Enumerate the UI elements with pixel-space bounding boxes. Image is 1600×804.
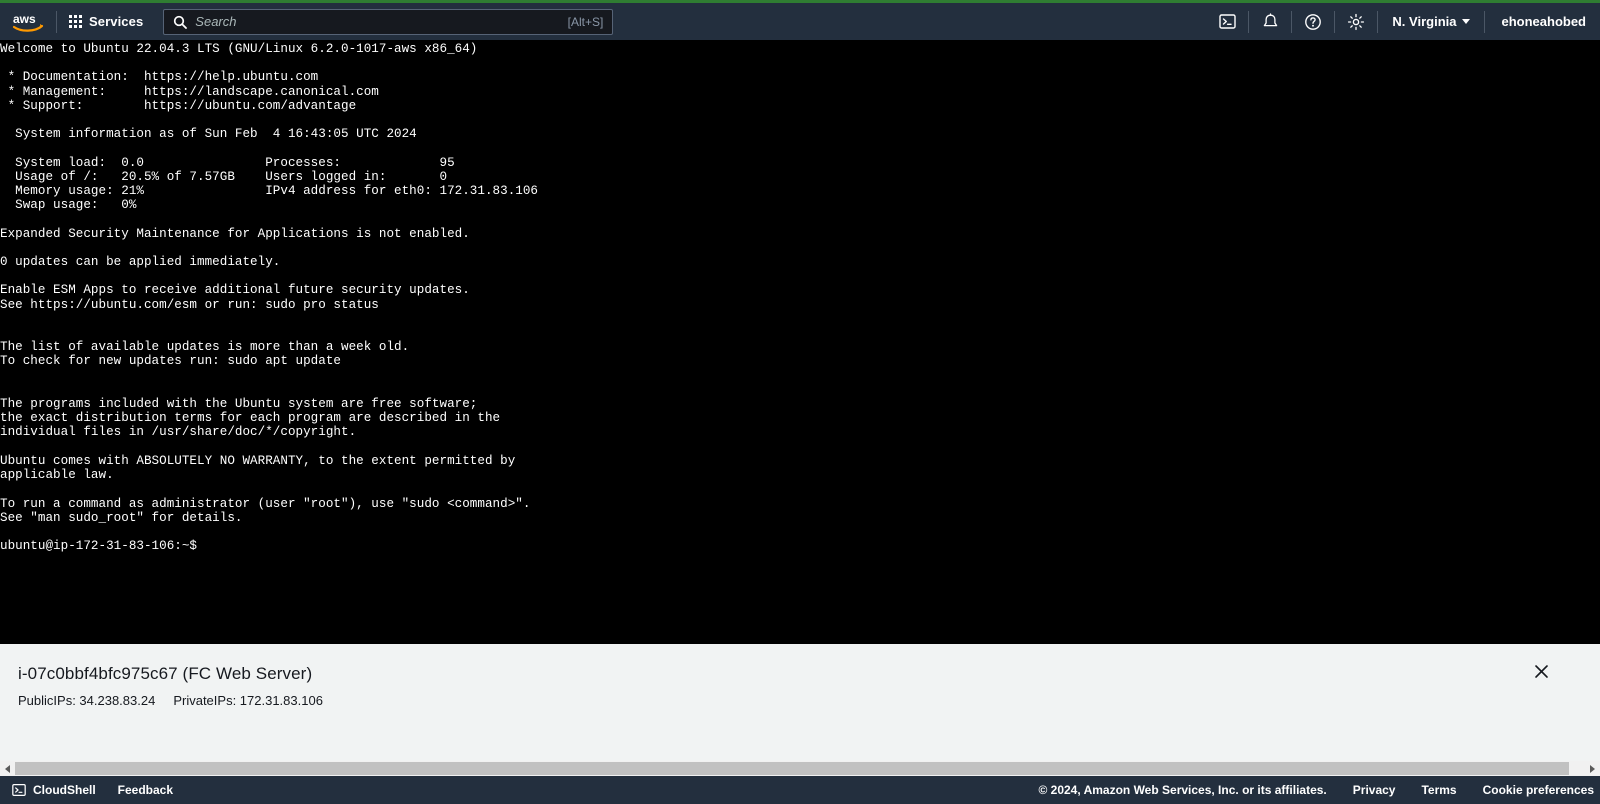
scrollbar-track[interactable] (15, 761, 1585, 776)
footer-cloudshell-label: CloudShell (33, 783, 96, 797)
svg-text:aws: aws (13, 12, 36, 26)
footer-cloudshell-button[interactable]: CloudShell (12, 783, 96, 797)
question-circle-icon (1305, 13, 1322, 30)
header-right-cluster: N. Virginia ehoneahobed (1206, 3, 1600, 40)
scroll-right-button[interactable] (1585, 761, 1600, 776)
search-shortcut-hint: [Alt+S] (567, 14, 604, 29)
scroll-area (0, 752, 1600, 776)
aws-global-header: aws Services [Alt+S] (0, 3, 1600, 40)
aws-console-page: aws Services [Alt+S] (0, 0, 1600, 804)
scroll-left-button[interactable] (0, 761, 15, 776)
chevron-left-icon (5, 764, 10, 773)
settings-button[interactable] (1335, 3, 1377, 40)
bell-icon (1263, 12, 1278, 26)
search-input[interactable] (195, 14, 562, 29)
ec2-instance-connect-terminal[interactable]: Welcome to Ubuntu 22.04.3 LTS (GNU/Linux… (0, 40, 1600, 644)
notifications-button[interactable] (1249, 3, 1291, 40)
grid-icon (69, 15, 82, 28)
footer-right-cluster: © 2024, Amazon Web Services, Inc. or its… (1038, 776, 1600, 804)
footer-privacy-link[interactable]: Privacy (1353, 783, 1396, 797)
footer-left-cluster: CloudShell Feedback (0, 783, 173, 797)
region-selector[interactable]: N. Virginia (1378, 3, 1484, 40)
footer-feedback-link[interactable]: Feedback (118, 783, 173, 797)
terminal-prompt: ubuntu@ip-172-31-83-106:~$ (0, 539, 198, 554)
footer-copyright: © 2024, Amazon Web Services, Inc. or its… (1038, 783, 1327, 797)
terminal-output: Welcome to Ubuntu 22.04.3 LTS (GNU/Linux… (0, 40, 1600, 553)
instance-info-panel: i-07c0bbf4bfc975c67 (FC Web Server) Publ… (0, 644, 1600, 752)
account-label: ehoneahobed (1501, 14, 1586, 29)
cloudshell-icon-button[interactable] (1206, 3, 1248, 40)
account-menu[interactable]: ehoneahobed (1485, 3, 1600, 40)
private-ips: PrivateIPs: 172.31.83.106 (173, 693, 323, 708)
services-label: Services (89, 14, 144, 29)
close-icon (1534, 664, 1548, 678)
cloudshell-icon (12, 784, 26, 796)
gear-icon (1348, 13, 1365, 30)
services-menu-button[interactable]: Services (57, 3, 155, 40)
search-icon (173, 15, 188, 29)
close-panel-button[interactable] (1530, 660, 1552, 682)
footer-cookie-link[interactable]: Cookie preferences (1483, 783, 1594, 797)
scrollbar-thumb[interactable] (15, 762, 1570, 775)
terminal-lines: Welcome to Ubuntu 22.04.3 LTS (GNU/Linux… (0, 42, 539, 525)
public-ips: PublicIPs: 34.238.83.24 (18, 693, 156, 708)
horizontal-scrollbar[interactable] (0, 761, 1600, 776)
cloudshell-icon (1219, 14, 1236, 29)
instance-ip-row: PublicIPs: 34.238.83.24 PrivateIPs: 172.… (18, 693, 1600, 708)
aws-global-footer: CloudShell Feedback © 2024, Amazon Web S… (0, 776, 1600, 804)
help-button[interactable] (1292, 3, 1334, 40)
footer-terms-link[interactable]: Terms (1421, 783, 1456, 797)
global-search-box[interactable]: [Alt+S] (163, 8, 614, 35)
chevron-down-icon (1462, 19, 1471, 24)
region-label: N. Virginia (1392, 14, 1457, 29)
chevron-right-icon (1590, 764, 1595, 773)
aws-logo[interactable]: aws (0, 3, 56, 40)
instance-title: i-07c0bbf4bfc975c67 (FC Web Server) (18, 664, 313, 683)
